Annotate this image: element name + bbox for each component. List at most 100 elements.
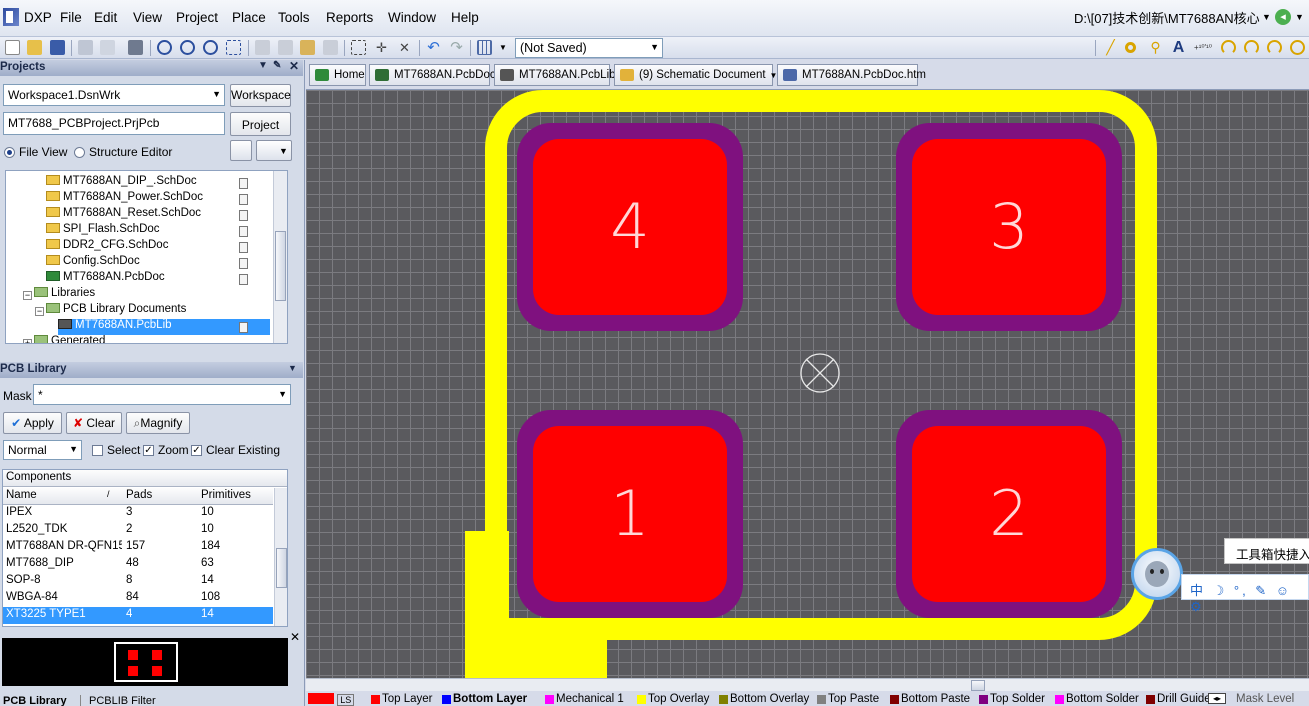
open-icon[interactable] [27, 40, 42, 55]
nav-dropdown-icon[interactable]: ▼ [1295, 12, 1304, 22]
tab-pcblib[interactable]: MT7688AN.PcbLib [494, 64, 616, 86]
tab-report-htm[interactable]: MT7688AN.PcbDoc.htm [777, 64, 926, 86]
layer-tab-top-overlay[interactable]: Top Overlay [635, 693, 709, 706]
line-icon[interactable]: ╱ [1103, 40, 1118, 55]
menu-project[interactable]: Project [176, 10, 218, 25]
tree-item[interactable]: MT7688AN_Reset.SchDoc [46, 207, 201, 223]
dxp-logo-icon[interactable] [3, 8, 19, 26]
via-icon[interactable]: ⚲ [1148, 40, 1163, 55]
scroll-thumb[interactable] [971, 680, 985, 691]
layer-tab-bottom-layer[interactable]: Bottom Layer [440, 693, 527, 706]
back-icon[interactable]: ◂ [1275, 9, 1291, 25]
column-pads[interactable]: Pads [126, 489, 152, 501]
menu-window[interactable]: Window [388, 10, 436, 25]
arc-edge-icon[interactable] [1244, 40, 1259, 55]
layer-tab-mechanical-1[interactable]: Mechanical 1 [543, 693, 624, 706]
pad-2[interactable]: 2 [896, 410, 1122, 618]
clear-button[interactable]: ✘ Clear [66, 412, 122, 434]
tab-pcb-library[interactable]: PCB Library [3, 695, 67, 706]
table-row[interactable]: IPEX 3 10 [3, 505, 273, 522]
layers-icon[interactable] [128, 40, 143, 55]
menu-view[interactable]: View [133, 10, 162, 25]
menu-place[interactable]: Place [232, 10, 266, 25]
move-icon[interactable]: ✛ [374, 40, 389, 55]
table-row[interactable]: MT7688AN DR-QFN156 157 184 [3, 539, 273, 556]
filter-mode-select[interactable]: Normal ▼ [3, 440, 82, 460]
layer-scroll-icon[interactable]: ◂▸ [1208, 693, 1226, 704]
path-dropdown-icon[interactable]: ▼ [1262, 12, 1271, 22]
layer-tab-bottom-paste[interactable]: Bottom Paste [888, 693, 970, 706]
panel-menu-icon[interactable]: ▼ [258, 60, 268, 71]
tab-home[interactable]: Home [309, 64, 366, 86]
column-primitives[interactable]: Primitives [201, 489, 251, 501]
menu-help[interactable]: Help [451, 10, 479, 25]
collapse-icon[interactable]: − [35, 307, 44, 316]
layer-set-tab[interactable]: LS [308, 693, 355, 706]
expand-icon[interactable]: + [23, 339, 32, 343]
select-area-icon[interactable] [351, 40, 366, 55]
project-path[interactable]: D:\[07]技术创新\MT7688AN核心 [1074, 8, 1260, 27]
table-row[interactable]: SOP-8 8 14 [3, 573, 273, 590]
cut-icon[interactable] [255, 40, 270, 55]
variant-select[interactable]: (Not Saved) ▼ [515, 38, 663, 58]
canvas-hscrollbar[interactable] [306, 678, 1309, 691]
tree-item[interactable]: DDR2_CFG.SchDoc [46, 239, 168, 255]
footprint-preview[interactable] [2, 638, 288, 686]
apply-button[interactable]: ✔ Apply [3, 412, 62, 434]
menu-edit[interactable]: Edit [94, 10, 117, 25]
workspace-button[interactable]: Workspace [230, 84, 291, 107]
clear-existing-checkbox[interactable]: ✓ [191, 445, 202, 456]
layer-tab-bottom-overlay[interactable]: Bottom Overlay [717, 693, 809, 706]
copy-icon[interactable] [278, 40, 293, 55]
tree-scrollbar[interactable] [273, 171, 287, 343]
tab-pcblib-filter[interactable]: PCBLIB Filter [80, 695, 156, 706]
tree-item[interactable]: MT7688AN_Power.SchDoc [46, 191, 203, 207]
structure-editor-radio[interactable] [74, 147, 85, 158]
table-row[interactable]: WBGA-84 84 108 [3, 590, 273, 607]
mask-input[interactable]: * ▼ [33, 384, 291, 405]
rubber-stamp-icon[interactable] [323, 40, 338, 55]
magnify-button[interactable]: ⌕Magnify [126, 412, 190, 434]
layer-tab-top-layer[interactable]: Top Layer [369, 693, 433, 706]
components-scrollbar[interactable] [274, 488, 287, 626]
close-icon[interactable]: ✕ [289, 59, 299, 73]
grid-dropdown-icon[interactable]: ▼ [499, 43, 507, 52]
ime-toolbar[interactable]: 中 ☽ °, ✎ ☺ ⚙ [1181, 574, 1309, 614]
panel-menu-icon[interactable]: ▼ [288, 363, 297, 373]
tree-item[interactable]: MT7688AN.PcbDoc [46, 271, 165, 287]
collapse-icon[interactable]: − [23, 291, 32, 300]
table-row[interactable]: L2520_TDK 2 10 [3, 522, 273, 539]
text-icon[interactable]: A [1171, 40, 1186, 56]
tab-schematic-documents[interactable]: (9) Schematic Document ▼ [614, 64, 777, 86]
tree-item-pcb-library-documents[interactable]: PCB Library Documents [46, 303, 186, 319]
qq-avatar-icon[interactable] [1131, 548, 1183, 600]
save-icon[interactable] [50, 40, 65, 55]
paste-icon[interactable] [300, 40, 315, 55]
pad-3[interactable]: 3 [896, 123, 1122, 331]
zoom-fit-icon[interactable] [203, 40, 218, 55]
layer-tab-top-paste[interactable]: Top Paste [815, 693, 879, 706]
tree-item[interactable]: Config.SchDoc [46, 255, 140, 271]
table-row-selected[interactable]: XT3225 TYPE1 4 14 [3, 607, 273, 624]
project-field[interactable]: MT7688_PCBProject.PrjPcb [3, 112, 225, 135]
coordinate-icon[interactable]: +¹⁰'¹⁰ [1192, 40, 1214, 55]
menu-dxp[interactable]: DXP [24, 10, 52, 25]
menu-tools[interactable]: Tools [278, 10, 310, 25]
pad-icon[interactable] [1125, 42, 1136, 53]
new-icon[interactable] [5, 40, 20, 55]
zoom-area-icon[interactable] [226, 40, 241, 55]
full-circle-icon[interactable] [1290, 40, 1305, 55]
layer-tab-drill-guide[interactable]: Drill Guide [1144, 693, 1211, 706]
menu-file[interactable]: File [60, 10, 82, 25]
workspace-select[interactable]: Workspace1.DsnWrk ▼ [3, 84, 225, 106]
print-preview-icon[interactable] [100, 40, 115, 55]
project-options-icon[interactable] [230, 140, 252, 161]
undo-icon[interactable]: ↶ [426, 40, 441, 55]
tab-pcbdoc[interactable]: MT7688AN.PcbDoc [369, 64, 496, 86]
document-menu-icon[interactable]: ▼ [256, 140, 292, 161]
zoom-in-icon[interactable] [157, 40, 172, 55]
print-icon[interactable] [78, 40, 93, 55]
zoom-out-icon[interactable] [180, 40, 195, 55]
tree-item[interactable]: SPI_Flash.SchDoc [46, 223, 160, 239]
grid-icon[interactable] [477, 40, 492, 55]
